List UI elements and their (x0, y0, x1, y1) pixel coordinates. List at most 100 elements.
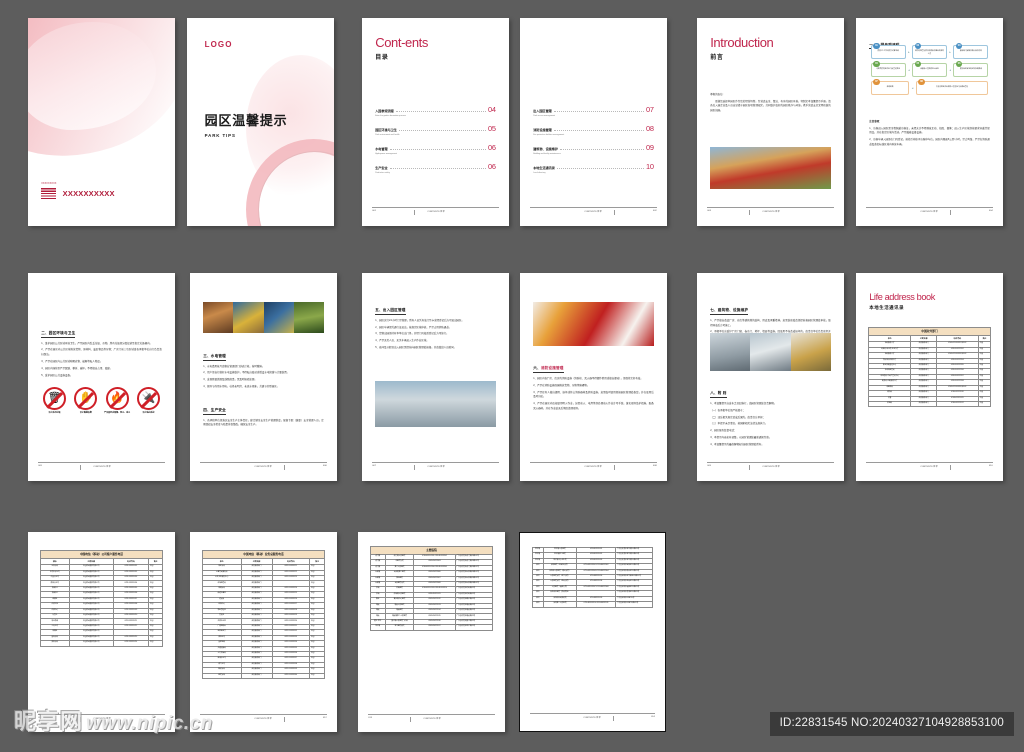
page-table-hospitals-1[interactable]: 主要医院 虎门镇 虎门镇人民医院 0769-85XXXX01 0769-85XXXX… (358, 532, 505, 732)
access-paragraph: 2、园区车辆须凭通行证进出，按规定区域停放，严禁占用消防通道。 (375, 325, 452, 329)
footer-label: CONTENTS 目录 (254, 466, 272, 469)
page-introduction[interactable]: Introduction 前言 尊敬的各位: 感谢您选择本园区作为您的经营场所。… (697, 18, 844, 226)
footer-page-number: 002 (652, 210, 657, 213)
table-cell: 政务服务部门 (910, 400, 937, 408)
env-paragraph: 3、严禁在园区内公共区域晾晒衣物、被褥等私人物品。 (41, 359, 103, 363)
telecom-table-1[interactable]: 中国电信（移动）公司客户服务电话 城市 公司名称 电话号码 备注 公安分局 中国移… (39, 550, 164, 647)
footer-label: CONTENTS 目录 (584, 466, 602, 469)
toc-item-cn: 出入园区管理 (533, 109, 552, 114)
flow-node-text: 接待部门审核并确认来访时间 (959, 50, 982, 53)
hospital-table-2[interactable]: 常平镇 常平镇人民医院 0769-85XXXX41 广东省东莞市常平镇XX路XX号 常平… (531, 546, 654, 608)
page-fire-facilities[interactable]: 六、消防设施管理 1、园区内各厂房、库房的消防设施（消防栓、灭火器不得挪作他用或… (520, 273, 667, 481)
intro-heading-en: Introduction (710, 34, 774, 50)
page-footer: CONTENTS 目录 010 (866, 462, 993, 471)
table-cell: 常平镇 (369, 624, 386, 631)
page-environment-hygiene[interactable]: 二、园区环境与卫生 1、维护园区公共区域环境卫生，严禁园区内乱丢垃圾、杂物，所有… (28, 273, 175, 481)
toc-item-en: Hydropower management (375, 153, 397, 156)
intro-lead: 尊敬的各位: (710, 92, 724, 96)
flow-node-number: 05 (914, 60, 921, 68)
footer-label: CONTENTS 目录 (93, 466, 111, 469)
access-text-block: 五、出入园区管理 1、园区实行24小时门禁管理，所有人员凭有效门禁卡或经登记后方… (375, 298, 496, 353)
table-cell: 郑阳分局 (39, 640, 70, 647)
intro-photo (710, 146, 831, 189)
photo-library (710, 146, 831, 189)
toc-item[interactable]: 本地生活通讯录 10 Local directory (533, 162, 654, 174)
page-access-management[interactable]: 五、出入园区管理 1、园区实行24小时门禁管理，所有人员凭有效门禁卡或经登记后方… (362, 273, 509, 481)
safety-text-block: 四、生产安全 1、各承租单位须落实安全生产主体责任，建立健全安全生产管理制度，配… (203, 398, 324, 430)
page-table-telecom-2[interactable]: 中国电信（移动）业务总服务电话 单位 公司名称 电话号码 备注 城区分局 政务服务… (190, 532, 337, 732)
power-paragraph: 3、发现跑冒滴漏及线路隐患，需及时报修处理。 (203, 378, 257, 382)
page-power-safety[interactable]: 三、水电管理 1、水电费用按月由物业管理部门抄表计收，按时缴纳。 2、用户须自行… (190, 273, 337, 481)
fire-section-title-accent: 消防设施管理 (540, 366, 564, 371)
fire-section-title: 六、消防设施管理 (533, 366, 564, 373)
maint-section-title: 七、建筑物、设施维护 (710, 308, 749, 315)
access-paragraph: 5、夜间及节假日出入园区需提前向园区管理处报备，并由值班人员陪同。 (375, 345, 457, 349)
table-cell: 供电局 (867, 400, 912, 408)
photo-door (790, 333, 831, 371)
toc-item[interactable]: 生产安全 06 Production safety (375, 162, 496, 174)
footer-label: CONTENTS 目录 (920, 466, 938, 469)
flow-node[interactable]: 04 访客凭有效证件至门岗登记换证 (870, 60, 906, 78)
toc-item-page: 05 (487, 124, 496, 134)
toc-item-page: 08 (645, 124, 654, 134)
address-book-table[interactable]: 中国对外部门 单位 公司名称 电话号码 备注 市政服务大厅 政务服务部门 0769-… (867, 327, 992, 408)
cover-logo: XXXXXXXXX XXXXXXXXXX (41, 181, 115, 204)
page-maintenance[interactable]: 七、建筑物、设施维护 1、严禁擅自改变厂房、仓库等建筑物的结构、用途及承重墙体，… (697, 273, 844, 481)
flow-node[interactable]: 03 接待部门审核并确认来访时间 (953, 42, 989, 60)
toc-item-cn: 建筑物、设施维护 (533, 147, 558, 152)
env-paragraph: 4、园区内绿化带严禁踩踏、攀折、破坏，不得擅自占用、改建。 (41, 366, 113, 370)
flow-node[interactable]: 08 交还访客证并由陪同人员送至门岗离园登记 (915, 78, 989, 96)
table-body: 城区分局 政务服务部门 0769-XXXXXX21 中国 人事劳动服务局 政务服务部门 07… (201, 564, 326, 680)
table-body: 市政服务大厅 政务服务部门 0769-XXXXXXX1 转XXX 中国 公安局·出入境·… (867, 341, 992, 408)
toc-list-left: 入园参观流程 04 Enter the garden decoration pr… (375, 105, 496, 181)
prohibition-sign: 🗑 禁止乱扔垃圾 (41, 387, 68, 415)
footer-label: CONTENTS 目录 (583, 716, 601, 719)
toc-item[interactable]: 出入园区管理 07 Park access management (533, 105, 654, 117)
hospital-table-1[interactable]: 主要医院 虎门镇 虎门镇人民医院 0769-85XXXX01 0769-85XXXX… (369, 546, 494, 631)
flow-node[interactable]: 06 遵守园区安全规定及参观路线 (953, 60, 989, 78)
flow-node-text: 提前1个工作日提交访客申请 (877, 50, 899, 53)
telecom-table-2[interactable]: 中国电信（移动）业务总服务电话 单位 公司名称 电话号码 备注 城区分局 政务服务… (201, 550, 326, 680)
title-heading-cn: 园区温馨提示 (204, 112, 288, 128)
page-table-telecom-1[interactable]: 中国电信（移动）公司客户服务电话 城市 公司名称 电话号码 备注 公安分局 中国移… (28, 532, 175, 732)
cover-logo-tiny: XXXXXXXXX (41, 181, 57, 185)
prohibition-sign: 🔥 严禁园区内吸烟、明火、动火 (104, 387, 131, 415)
appendix-paragraph: （一）各承租单位须严格遵守； (710, 408, 746, 412)
prohibition-caption: 禁止乱扔垃圾 (48, 412, 61, 415)
toc-item[interactable]: 建筑物、设施维护 09 Building and facility mainte… (533, 143, 654, 155)
env-paragraph: 2、严禁在园区内公共区域堆放货物、原材料、废旧物品等杂物；厂房门前三包区域由各承… (41, 348, 162, 357)
table-body: 公安分局 中国移动通信有限公司 0769-XXXXXX01 中国 北京市分公司 中国移动通… (39, 564, 164, 647)
footer-page-number: 009 (707, 465, 712, 468)
page-entry-flow[interactable]: 一、入园参观流程 01 提前1个工作日提交访客申请 ▸ 02 填写访客登记表并说… (856, 18, 1003, 226)
toc-item[interactable]: 园区环境与卫生 05 Park environment and health (375, 124, 496, 136)
contents-heading-en: Cont-ents (375, 34, 428, 50)
table-body: 常平镇 常平镇人民医院 0769-85XXXX41 广东省东莞市常平镇XX路XX号 常平… (531, 546, 654, 608)
photo-worker-b (233, 302, 264, 334)
flow-node[interactable]: 07 参观结束 (870, 78, 910, 96)
maint-photo-strip (710, 333, 831, 371)
page-footer: CONTENTS 目录 014 (530, 712, 655, 721)
toc-item[interactable]: 入园参观流程 04 Enter the garden decoration pr… (375, 105, 496, 117)
flow-node-number: 02 (914, 42, 921, 50)
page-footer: 013 CONTENTS 目录 (368, 713, 495, 722)
flow-row-2: 04 访客凭有效证件至门岗登记换证 ◂ 05 由接待人员陪同进入园区 ◂ 06 … (869, 60, 990, 78)
page-cover[interactable]: XXXXXXXXX XXXXXXXXXX (28, 18, 175, 226)
page-title[interactable]: LOGO 园区温馨提示 PARK TIPS (187, 18, 334, 226)
toc-item[interactable]: 水电管理 06 Hydropower management (375, 143, 496, 155)
cover-logo-mark-icon (41, 188, 57, 200)
page-address-book[interactable]: Life address book 本地生活通讯录 中国对外部门 单位 公司名称… (856, 273, 1003, 481)
page-footer: 005 CONTENTS 目录 (38, 462, 165, 471)
toc-item[interactable]: 消防设施管理 08 Fire protection facilities man… (533, 124, 654, 136)
flow-node[interactable]: 02 填写访客登记表并说明来访事由及陪同人员 (912, 42, 947, 60)
toc-item-page: 07 (645, 105, 654, 115)
table-caption-row: 主要医院 (369, 546, 494, 555)
cover-logo-text: XXXXXXXXXX (62, 189, 115, 199)
page-contents-left[interactable]: Cont-ents 目录 入园参观流程 04 Enter the garden … (362, 18, 509, 226)
flow-node[interactable]: 01 提前1个工作日提交访客申请 (870, 42, 906, 60)
page-footer: CONTENTS 目录 006 (200, 462, 327, 471)
footer-label: CONTENTS 目录 (423, 717, 441, 720)
flow-node[interactable]: 05 由接待人员陪同进入园区 (912, 60, 947, 78)
table-cell: 常平医院总院 (384, 624, 415, 631)
page-table-hospitals-2[interactable]: 常平镇 常平镇人民医院 0769-85XXXX41 广东省东莞市常平镇XX路XX号 常平… (519, 532, 666, 732)
page-contents-right[interactable]: 出入园区管理 07 Park access management 消防设施管理 … (520, 18, 667, 226)
